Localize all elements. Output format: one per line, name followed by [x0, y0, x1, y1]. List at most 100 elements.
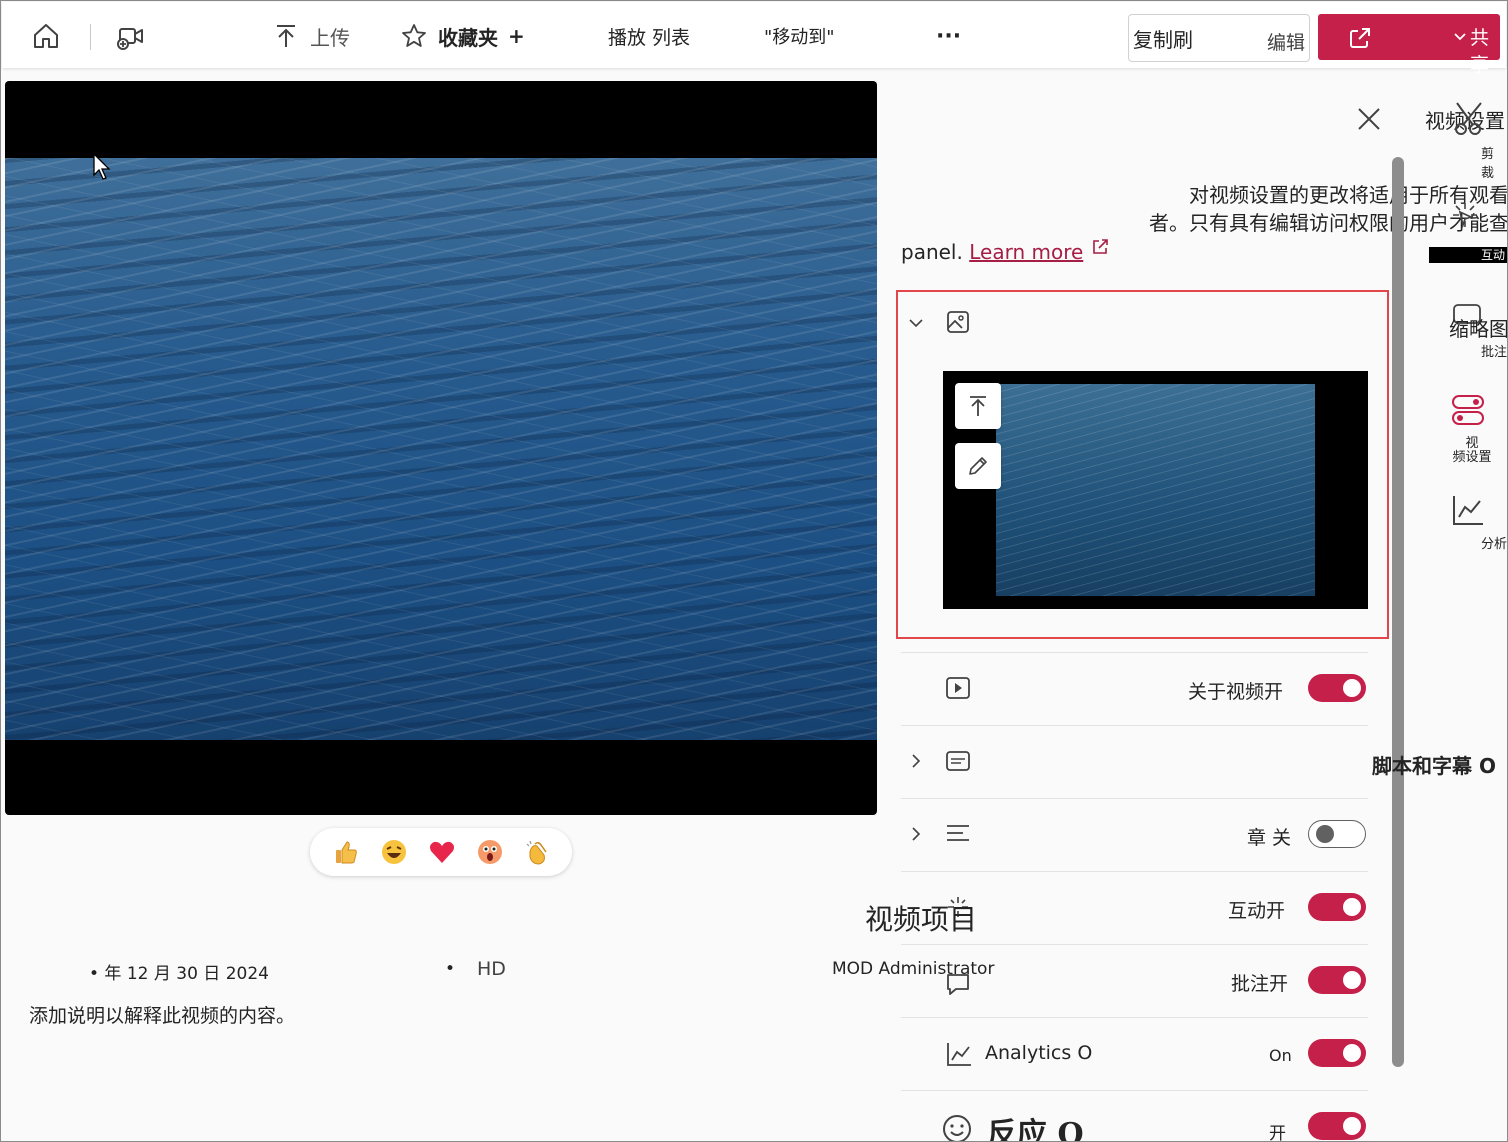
reactions-bar	[310, 828, 572, 876]
share-label: 共享	[1470, 27, 1490, 76]
toggle-analytics[interactable]	[1308, 1039, 1366, 1067]
rail-trim-button[interactable]: 剪裁	[1447, 99, 1505, 181]
new-video-button[interactable]	[114, 14, 146, 58]
chapters-icon	[947, 825, 969, 841]
smiley-icon	[943, 1115, 971, 1141]
setting-row-transcript[interactable]: 脚本和字幕 O	[901, 725, 1496, 798]
rail-interaction-label: 互动	[1481, 248, 1506, 262]
panel-note-text: panel.	[901, 240, 963, 264]
mouse-cursor-icon	[93, 153, 111, 180]
close-icon[interactable]	[1355, 105, 1383, 133]
rail-analytics-button[interactable]: 分析	[1449, 493, 1507, 553]
learn-more-link[interactable]: Learn more	[969, 240, 1083, 264]
edit-label[interactable]: 编辑	[1267, 28, 1305, 55]
copy-link-label: 复制刷	[1133, 28, 1193, 52]
chevron-down-icon[interactable]	[1452, 28, 1468, 44]
toggle-comments[interactable]	[1308, 966, 1366, 994]
setting-label-chapters: 章 关	[1247, 827, 1292, 849]
more-icon: ···	[936, 23, 962, 49]
panel-scrollbar[interactable]	[1392, 157, 1404, 1067]
toggle-knob	[1343, 1044, 1361, 1062]
star-icon	[402, 24, 426, 47]
comment-icon	[947, 974, 969, 995]
move-to-label: "移动到"	[764, 27, 835, 48]
setting-label-comments: 批注开	[1231, 973, 1289, 995]
edit-thumbnail-button[interactable]	[955, 443, 1001, 489]
setting-label-interaction: 互动开	[1228, 900, 1286, 922]
more-options-button[interactable]: ···	[936, 14, 961, 58]
setting-row-reactions[interactable]: 反应 O 开	[901, 1090, 1368, 1142]
upload-icon	[970, 396, 986, 416]
playlist-label: 播放 列表	[608, 26, 691, 49]
top-toolbar: 上传 收藏夹 + 播放 列表 "移动到" ··· 复制刷 编辑 共享	[2, 2, 1506, 76]
toggle-settings-icon	[1452, 395, 1484, 425]
toggle-reactions[interactable]	[1308, 1112, 1366, 1140]
favorites-label: 收藏夹	[438, 25, 498, 50]
chevron-right-icon[interactable]	[907, 825, 925, 843]
setting-row-interaction[interactable]: 视频项目 互动开	[865, 871, 1368, 944]
toggle-knob	[1343, 898, 1361, 916]
setting-row-about[interactable]: 关于视频开	[901, 652, 1368, 725]
toggle-interaction[interactable]	[1308, 893, 1366, 921]
panel-note-line2: 者。只有具有编辑访问权限的用户才能查	[1149, 211, 1508, 235]
thumbs-up-icon[interactable]	[332, 838, 360, 866]
scissors-icon	[1455, 102, 1482, 135]
setting-row-chapters[interactable]: 章 关	[901, 798, 1368, 871]
rail-settings-button[interactable]: 视 频设置	[1441, 393, 1501, 469]
setting-label-about: 关于视频开	[1188, 681, 1284, 703]
upload-button[interactable]: 上传	[272, 14, 350, 58]
analytics-icon	[947, 1043, 971, 1066]
thumbnail-image	[996, 384, 1315, 596]
setting-label-reactions: 反应 O	[987, 1117, 1084, 1142]
share-button[interactable]: 共享	[1318, 14, 1500, 76]
playlist-button[interactable]: 播放 列表	[608, 14, 690, 58]
toggle-knob	[1343, 971, 1361, 989]
rail-interaction-button[interactable]: 互动	[1429, 197, 1507, 265]
setting-label-transcript: 脚本和字幕 O	[1372, 754, 1496, 778]
video-add-icon	[117, 28, 143, 50]
captions-icon	[946, 751, 970, 771]
home-button[interactable]	[30, 14, 62, 58]
video-frame	[5, 158, 877, 740]
image-icon	[947, 311, 969, 333]
thumbnail-preview	[943, 371, 1368, 609]
chevron-down-icon[interactable]	[907, 314, 925, 332]
heart-icon[interactable]	[428, 838, 456, 866]
setting-row-analytics[interactable]: Analytics O On	[901, 1017, 1368, 1090]
upload-date: • 年 12 月 30 日 2024	[89, 964, 269, 984]
video-player[interactable]	[5, 81, 877, 815]
toggle-knob	[1343, 679, 1361, 697]
laughing-icon[interactable]	[380, 838, 408, 866]
toggle-about[interactable]	[1308, 674, 1366, 702]
clapping-icon[interactable]	[524, 838, 552, 866]
upload-label: 上传	[310, 25, 350, 50]
chevron-right-icon[interactable]	[907, 752, 925, 770]
toolbar-divider	[90, 24, 91, 50]
setting-row-comments[interactable]: 批注开	[901, 944, 1368, 1017]
favorites-plus: +	[508, 24, 525, 48]
move-to-button[interactable]: "移动到"	[764, 14, 835, 58]
analytics-state: On	[1269, 1046, 1292, 1065]
upload-thumbnail-button[interactable]	[955, 383, 1001, 429]
rail-settings-label: 视 频设置	[1452, 436, 1492, 465]
favorites-button[interactable]: 收藏夹 +	[400, 14, 525, 58]
reactions-state: 开	[1269, 1124, 1286, 1142]
setting-label-analytics: Analytics O	[985, 1042, 1093, 1064]
interaction-icon	[1453, 203, 1477, 228]
quality-badge: HD	[477, 958, 506, 980]
video-items-heading: 视频项目	[865, 903, 978, 936]
rail-trim-label: 剪裁	[1481, 147, 1495, 181]
copy-link-button[interactable]: 复制刷 编辑	[1128, 14, 1310, 62]
play-icon	[946, 677, 970, 699]
share-icon	[1350, 28, 1370, 48]
toggle-chapters[interactable]	[1308, 820, 1366, 848]
app-frame: 上传 收藏夹 + 播放 列表 "移动到" ··· 复制刷 编辑 共享 • 年 1…	[0, 0, 1508, 1142]
meta-separator: •	[445, 959, 456, 979]
rail-comments-label[interactable]: 批注	[1481, 341, 1507, 360]
thumbnail-section-label: 缩略图	[1449, 317, 1508, 341]
toggle-knob	[1316, 825, 1334, 843]
pencil-icon	[969, 457, 987, 475]
surprised-icon[interactable]	[476, 838, 504, 866]
description-text[interactable]: 添加说明以解释此视频的内容。	[29, 1001, 295, 1028]
external-link-icon	[1092, 239, 1108, 254]
